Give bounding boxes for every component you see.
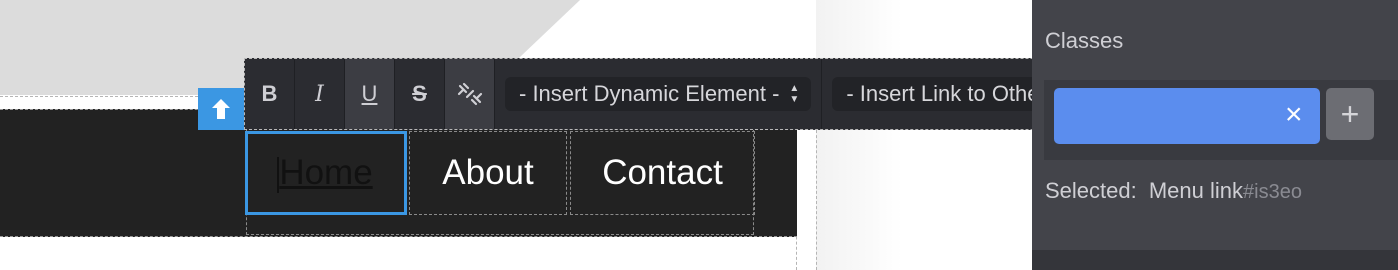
menu-link-home[interactable]: Home <box>245 131 407 215</box>
unlink-icon <box>457 82 482 106</box>
plus-icon: + <box>1340 95 1360 132</box>
strikethrough-button[interactable]: S <box>395 59 445 129</box>
wrapper-outline <box>816 130 817 270</box>
dynamic-element-select-wrap: - Insert Dynamic Element - ▲ ▼ <box>495 59 823 129</box>
menu-link-label: Contact <box>602 153 723 192</box>
classes-label: Classes <box>1045 28 1124 53</box>
menu-link-contact[interactable]: Contact <box>570 131 755 215</box>
selected-label: Selected: <box>1045 178 1137 203</box>
add-class-button[interactable]: + <box>1326 88 1374 140</box>
menu-link-label: About <box>442 153 534 192</box>
selected-info: Selected: Menu link#is3eo <box>1045 178 1302 204</box>
unlink-button[interactable] <box>445 59 495 129</box>
dynamic-element-select[interactable]: - Insert Dynamic Element - ▲ ▼ <box>505 77 812 111</box>
select-parent-button[interactable] <box>198 88 244 130</box>
underline-button[interactable]: U <box>345 59 395 129</box>
class-tag[interactable] <box>1054 88 1320 144</box>
remove-class-button[interactable]: × <box>1285 100 1303 130</box>
selected-value: Menu link <box>1148 178 1244 203</box>
panel-footer-strip <box>1032 250 1398 270</box>
dynamic-element-select-value: - Insert Dynamic Element - <box>519 81 780 106</box>
arrow-up-icon <box>212 99 230 119</box>
selected-id: #is3eo <box>1243 181 1302 203</box>
wrapper-outline <box>0 96 198 97</box>
menu-link-label: Home <box>277 153 373 193</box>
menu-link-about[interactable]: About <box>409 131 567 215</box>
updown-arrows-icon: ▲▼ <box>789 83 800 105</box>
italic-button[interactable]: I <box>295 59 345 129</box>
canvas-side-area <box>816 0 1032 270</box>
bold-button[interactable]: B <box>245 59 295 129</box>
